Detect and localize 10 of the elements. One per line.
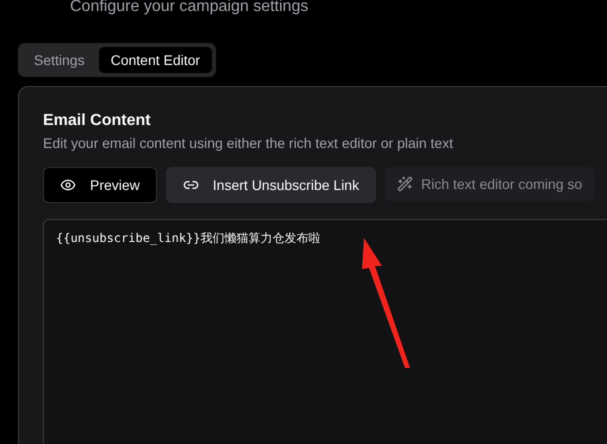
preview-button[interactable]: Preview xyxy=(43,167,157,203)
card-description: Edit your email content using either the rich text editor or plain text xyxy=(43,135,454,151)
tab[interactable]: Settings xyxy=(22,47,97,73)
content-editor-field[interactable]: {{unsubscribe_link}}我们懒猫算力仓发布啦 xyxy=(43,219,607,444)
wand-icon xyxy=(397,176,414,192)
insert-link-button[interactable]: Insert Unsubscribe Link xyxy=(166,167,376,203)
card-title: Email Content xyxy=(43,111,152,131)
notice-text: Rich text editor coming so xyxy=(421,176,582,192)
eye-icon xyxy=(60,177,76,193)
tab[interactable]: Content Editor xyxy=(98,47,212,73)
